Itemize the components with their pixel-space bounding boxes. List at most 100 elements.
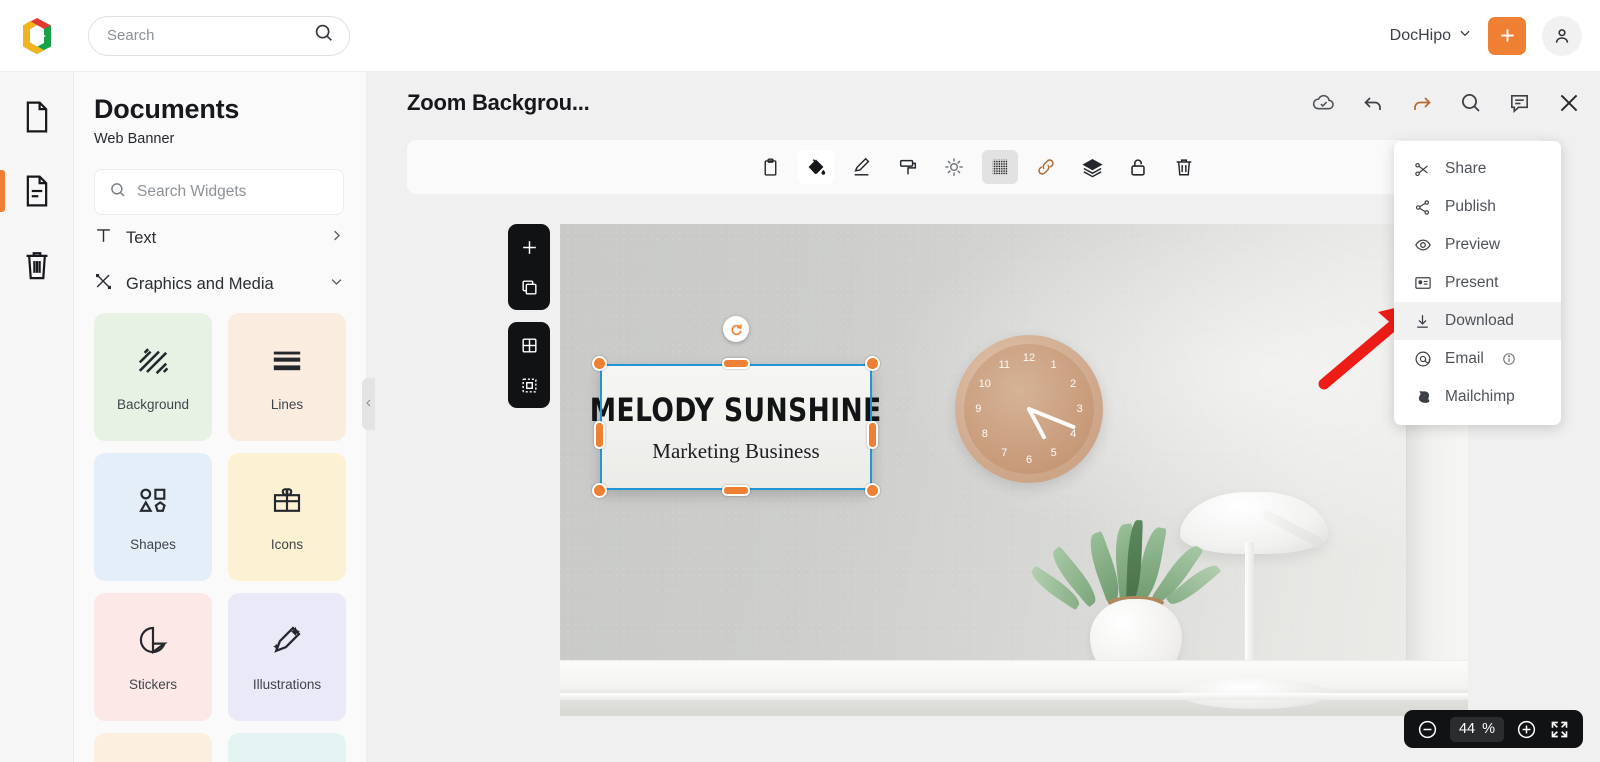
at-icon	[1413, 350, 1432, 368]
account-avatar[interactable]	[1542, 15, 1582, 56]
category-label: Text	[126, 228, 157, 247]
page-tool-group-2	[508, 322, 550, 408]
layers-icon[interactable]	[1074, 150, 1110, 184]
clipboard-icon[interactable]	[752, 150, 788, 184]
zoom-value-field[interactable]: 44 %	[1449, 716, 1504, 742]
tile-shapes[interactable]: Shapes	[94, 453, 212, 581]
panel-collapse-handle[interactable]	[362, 378, 375, 430]
clock-number: 1	[1050, 358, 1057, 371]
top-bar-right: DocHipo	[1390, 15, 1582, 56]
selected-text-element[interactable]: MELODY SUNSHINE Marketing Business	[590, 316, 882, 498]
tile-background[interactable]: Background	[94, 313, 212, 441]
canvas-search-icon[interactable]	[1459, 91, 1483, 115]
graphics-media-icon	[94, 272, 113, 296]
pencil-icon[interactable]	[844, 150, 880, 184]
clock-number: 3	[1076, 403, 1083, 415]
close-icon[interactable]	[1556, 90, 1582, 116]
crop-select-icon[interactable]	[514, 370, 544, 400]
duplicate-page-icon[interactable]	[514, 272, 544, 302]
trash-icon	[26, 252, 47, 280]
cloud-saved-icon[interactable]	[1311, 91, 1336, 116]
dochipo-logo[interactable]	[16, 15, 58, 57]
search-icon	[313, 22, 335, 49]
resize-handle-top-right[interactable]	[865, 356, 880, 371]
rail-item-page-manager[interactable]	[0, 162, 74, 220]
zoom-control: 44 %	[1403, 710, 1583, 748]
tile-partial-8[interactable]	[228, 733, 346, 762]
menu-item-label: Email	[1445, 350, 1484, 367]
tile-lines[interactable]: Lines	[228, 313, 346, 441]
link-icon[interactable]	[1028, 150, 1064, 184]
lines-icon	[269, 342, 305, 383]
shelf-edge	[560, 693, 1468, 700]
rail-item-trash[interactable]	[0, 236, 74, 294]
workspace-selector[interactable]: DocHipo	[1390, 26, 1472, 45]
tile-illustrations[interactable]: Illustrations	[228, 593, 346, 721]
clock-number: 10	[978, 378, 991, 391]
sign-subtitle: Marketing Business	[652, 438, 820, 463]
share-nodes-icon	[1413, 199, 1432, 216]
clock-face: 12 1 2 3 4 5 6 7 8 9 10 11	[964, 344, 1094, 474]
search-input[interactable]	[107, 27, 313, 44]
menu-item-email[interactable]: Email	[1394, 340, 1561, 378]
create-new-button[interactable]	[1488, 16, 1526, 55]
redo-icon[interactable]	[1410, 91, 1434, 115]
menu-item-mailchimp[interactable]: Mailchimp	[1394, 378, 1561, 416]
resize-handle-top-left[interactable]	[592, 356, 607, 371]
add-page-icon[interactable]	[514, 232, 544, 262]
menu-item-share[interactable]: Share	[1394, 150, 1561, 188]
tile-icons[interactable]: Icons	[228, 453, 346, 581]
resize-handle-top[interactable]	[722, 358, 750, 369]
widgets-panel: Documents Web Banner Text	[74, 72, 367, 762]
undo-icon[interactable]	[1361, 91, 1385, 115]
menu-item-preview[interactable]: Preview	[1394, 226, 1561, 264]
zoom-in-icon[interactable]	[1516, 719, 1537, 740]
resize-handle-bottom-right[interactable]	[865, 483, 880, 498]
menu-item-label: Present	[1445, 274, 1499, 291]
menu-item-label: Preview	[1445, 236, 1501, 253]
canvas-wrapper: 12 1 2 3 4 5 6 7 8 9 10 11 MELODY SUNSHI…	[560, 224, 1468, 716]
tile-label: Stickers	[128, 677, 177, 692]
shapes-icon	[135, 482, 171, 523]
tile-stickers[interactable]: Stickers	[94, 593, 212, 721]
widget-search[interactable]	[94, 169, 344, 215]
paint-roller-icon[interactable]	[890, 150, 926, 184]
text-tool-icon	[94, 226, 113, 250]
grid-icon[interactable]	[514, 330, 544, 360]
tile-label: Icons	[270, 537, 304, 552]
design-canvas[interactable]: 12 1 2 3 4 5 6 7 8 9 10 11 MELODY SUNSHI…	[560, 224, 1468, 716]
menu-item-label: Mailchimp	[1445, 388, 1515, 405]
global-search[interactable]	[88, 15, 350, 56]
menu-item-present[interactable]: Present	[1394, 264, 1561, 302]
tile-label: Lines	[270, 397, 304, 412]
page-tools	[508, 224, 550, 408]
info-icon[interactable]	[1502, 352, 1516, 366]
resize-handle-left[interactable]	[594, 421, 605, 449]
left-rail	[0, 72, 74, 762]
hatch-icon	[135, 342, 171, 383]
category-graphics-and-media[interactable]: Graphics and Media	[94, 261, 344, 307]
resize-handle-right[interactable]	[867, 421, 878, 449]
clock-number: 9	[975, 403, 982, 415]
comment-icon[interactable]	[1508, 92, 1531, 115]
brightness-icon[interactable]	[936, 150, 972, 184]
category-text[interactable]: Text	[94, 215, 344, 261]
paint-bucket-icon[interactable]	[798, 150, 834, 184]
sign-title: MELODY SUNSHINE	[589, 390, 883, 429]
workspace-label: DocHipo	[1389, 26, 1451, 44]
tile-partial-7[interactable]	[94, 733, 212, 762]
zoom-out-icon[interactable]	[1417, 719, 1438, 740]
rotate-handle[interactable]	[723, 316, 749, 342]
lock-icon[interactable]	[1120, 150, 1156, 184]
rail-item-pages-blank[interactable]	[0, 88, 74, 146]
fit-screen-icon[interactable]	[1549, 719, 1570, 740]
resize-handle-bottom[interactable]	[722, 485, 750, 496]
search-icon	[109, 181, 127, 204]
resize-handle-bottom-left[interactable]	[592, 483, 607, 498]
trash-icon[interactable]	[1166, 150, 1202, 184]
menu-item-download[interactable]: Download	[1394, 302, 1561, 340]
search-widgets-input[interactable]	[137, 183, 337, 201]
clock-number: 8	[981, 427, 988, 440]
transparency-icon[interactable]	[982, 150, 1018, 184]
menu-item-publish[interactable]: Publish	[1394, 188, 1561, 226]
